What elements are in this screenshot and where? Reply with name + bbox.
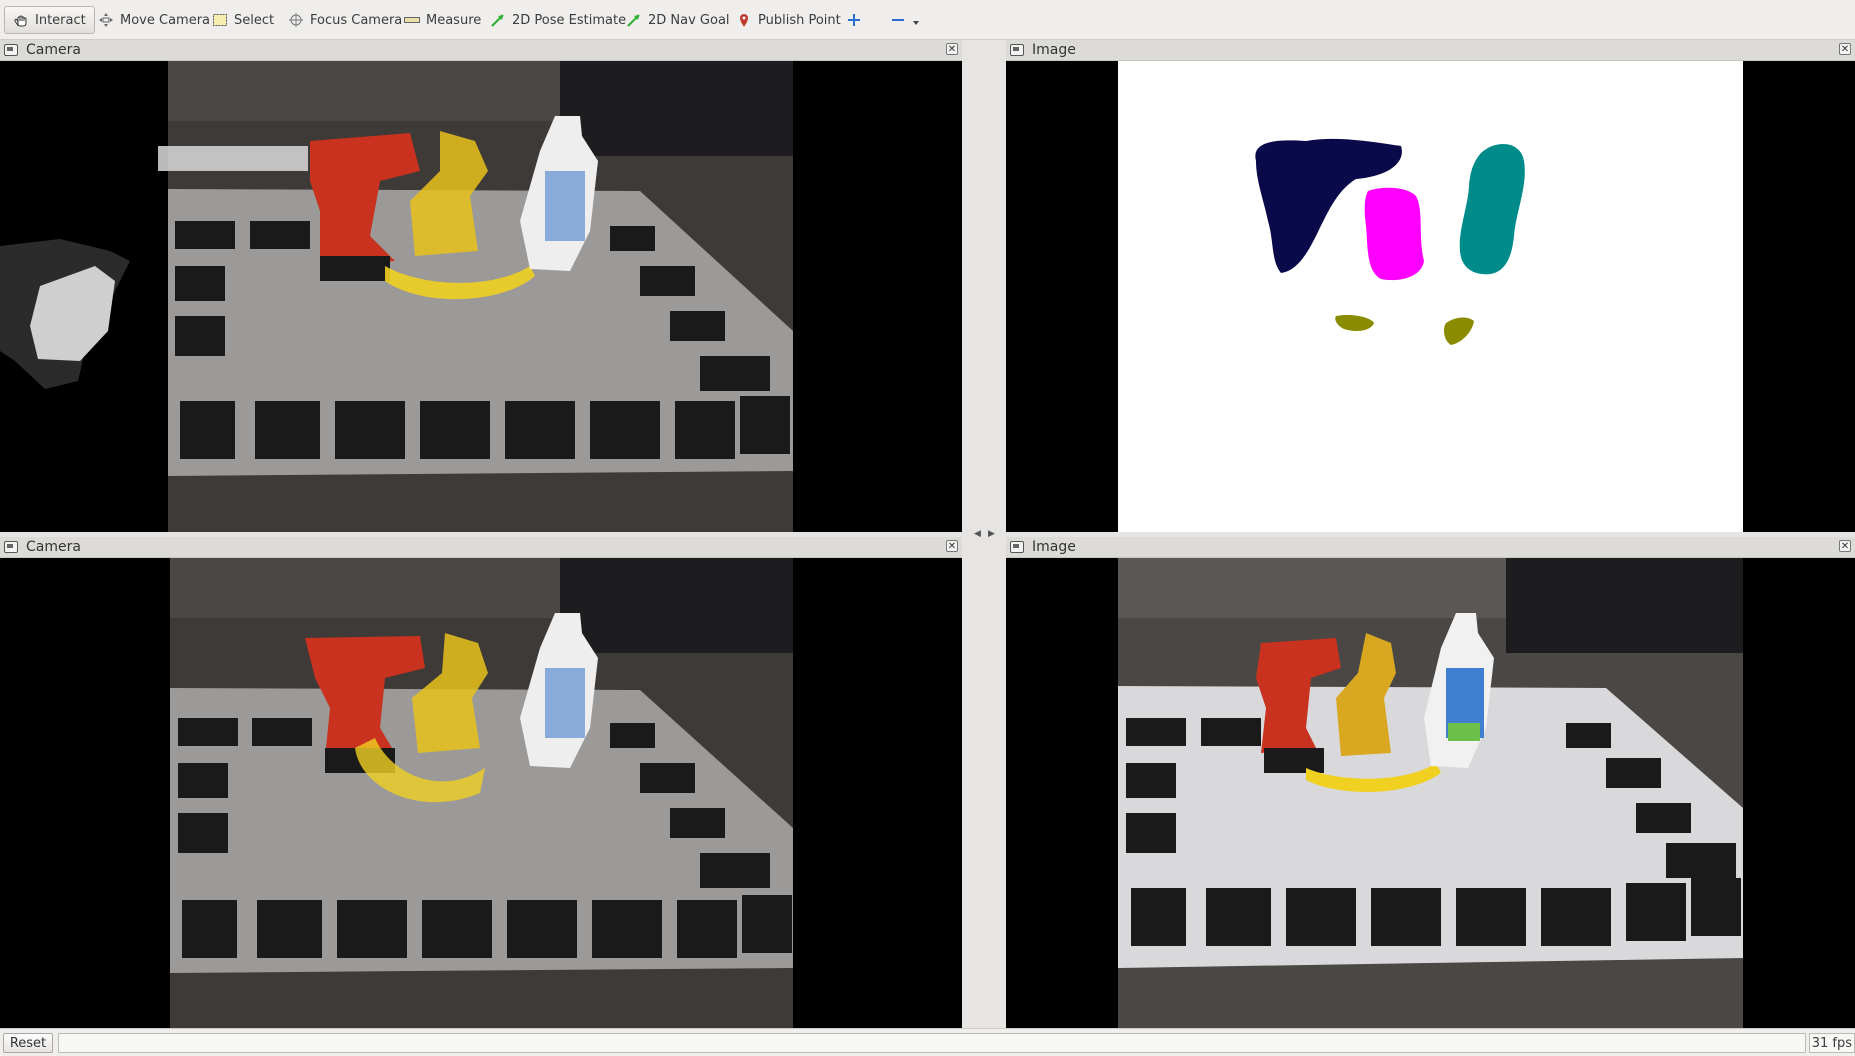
image-pane-bottom: Image ✕ [1006,537,1855,1028]
image-pane-top: Image ✕ [1006,40,1855,532]
select-rectangle-icon [212,12,228,28]
status-bar: Reset 31 fps [0,1028,1855,1056]
camera-overlay-scene [0,61,962,532]
image-pane-title: Image [1032,42,1076,58]
segmentation-image-view [1006,61,1855,532]
nav-goal-tool-label: 2D Nav Goal [648,12,730,28]
status-message-field [58,1033,1806,1053]
panel-icon [1010,541,1024,553]
raw-camera-image [1006,558,1855,1028]
move-camera-tool-label: Move Camera [120,12,211,28]
minus-icon [890,12,906,28]
map-pin-icon [736,12,752,28]
focus-camera-tool-button[interactable]: Focus Camera [288,6,402,34]
panel-icon [4,44,18,56]
camera-pane-top: Camera ✕ [0,40,962,532]
image-pane-title-bar: Image ✕ [1006,537,1855,558]
close-icon[interactable]: ✕ [946,540,958,552]
fps-readout: 31 fps [1809,1033,1855,1053]
interact-tool-button[interactable]: Interact [4,6,95,34]
camera-pane-title: Camera [26,539,81,555]
camera-pane-title-bar: Camera ✕ [0,40,962,61]
measure-tool-button[interactable]: Measure [404,6,481,34]
camera-overlay-scene [0,558,962,1028]
pose-estimate-tool-button[interactable]: 2D Pose Estimate [490,6,626,34]
hand-pointer-icon [13,12,29,28]
plus-icon [846,12,862,28]
close-icon[interactable]: ✕ [1839,540,1851,552]
image-pane-title: Image [1032,539,1076,555]
publish-point-tool-button[interactable]: Publish Point [736,6,841,34]
collapse-left-icon[interactable]: ◀ [974,529,981,539]
remove-tool-dropdown[interactable] [890,6,920,34]
camera-pane-bottom: Camera ✕ [0,537,962,1028]
camera-render-view[interactable] [0,558,962,1028]
pane-splitter[interactable]: ◀ ▶ [962,40,1006,1028]
segmentation-mask-image [1006,61,1855,532]
add-tool-button[interactable] [846,6,862,34]
camera-pane-title-bar: Camera ✕ [0,537,962,558]
camera-render-view[interactable] [0,61,962,532]
interact-tool-label: Interact [35,12,86,28]
pose-estimate-tool-label: 2D Pose Estimate [512,12,627,28]
dropdown-arrow-icon [912,12,920,28]
select-tool-button[interactable]: Select [212,6,274,34]
green-arrow-icon [490,12,506,28]
publish-point-tool-label: Publish Point [758,12,841,28]
panel-icon [4,541,18,553]
image-pane-title-bar: Image ✕ [1006,40,1855,61]
collapse-right-icon[interactable]: ▶ [988,529,995,539]
close-icon[interactable]: ✕ [946,43,958,55]
raw-image-view [1006,558,1855,1028]
select-tool-label: Select [234,12,275,28]
ruler-icon [404,12,420,28]
measure-tool-label: Measure [426,12,482,28]
move-camera-icon [98,12,114,28]
panel-icon [1010,44,1024,56]
focus-crosshair-icon [288,12,304,28]
camera-pane-title: Camera [26,42,81,58]
focus-camera-tool-label: Focus Camera [310,12,403,28]
toolbar: Interact Move Camera Select Focus Camera… [0,0,1855,40]
nav-goal-tool-button[interactable]: 2D Nav Goal [626,6,730,34]
close-icon[interactable]: ✕ [1839,43,1851,55]
green-arrow-icon [626,12,642,28]
move-camera-tool-button[interactable]: Move Camera [98,6,210,34]
reset-button[interactable]: Reset [3,1033,53,1053]
